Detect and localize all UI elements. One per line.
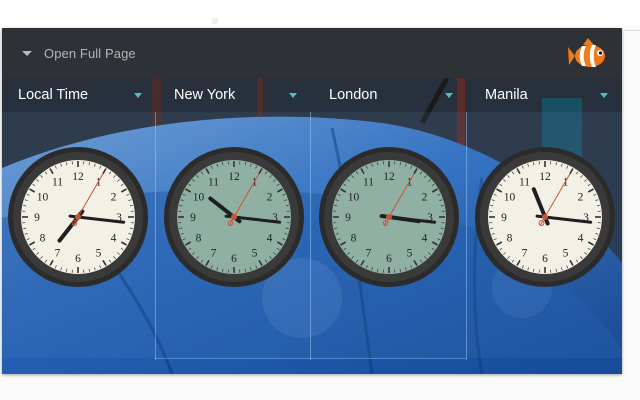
tab-local-time[interactable]: Local Time	[18, 78, 88, 112]
clock-numeral: 10	[504, 192, 516, 204]
clock-numeral: 5	[96, 248, 102, 260]
dropdown-arrow-icon[interactable]	[134, 93, 142, 98]
clock-numeral: 2	[422, 192, 428, 204]
clock-center-pin	[231, 214, 237, 220]
clock-numeral: 12	[539, 171, 551, 183]
tab-new-york[interactable]: New York	[174, 78, 235, 112]
clock-numeral: 2	[578, 192, 584, 204]
clock-numeral: 12	[383, 171, 395, 183]
clock-numeral: 7	[211, 248, 217, 260]
clock-manila: 121234567891011	[475, 147, 615, 287]
clock-numeral: 9	[345, 212, 351, 224]
clock-numeral: 9	[34, 212, 40, 224]
clock-london: 121234567891011	[319, 147, 459, 287]
dropdown-arrow-icon[interactable]	[289, 93, 297, 98]
clock-numeral: 4	[111, 233, 117, 245]
popup-header: Open Full Page	[2, 28, 622, 78]
tab-label: Manila	[485, 87, 528, 103]
clock-new-york: 121234567891011	[164, 147, 304, 287]
browser-page-top	[0, 0, 640, 28]
clock-numeral: 4	[578, 233, 584, 245]
clock-numeral: 7	[366, 248, 372, 260]
clock-numeral: 12	[228, 171, 240, 183]
timezone-tabs: Local Time New York London Manila	[2, 78, 622, 112]
clock-numeral: 11	[363, 176, 374, 188]
extension-popup: Open Full Page Local Time New York Londo…	[2, 28, 622, 374]
clock-numeral: 11	[52, 176, 63, 188]
column-bottom-rule	[155, 358, 466, 359]
open-full-page-label: Open Full Page	[44, 45, 136, 61]
clock-numeral: 10	[37, 192, 49, 204]
clock-numeral: 5	[407, 248, 413, 260]
clock-local-time: 121234567891011	[8, 147, 148, 287]
clock-numeral: 5	[563, 248, 569, 260]
clock-numeral: 8	[40, 233, 46, 245]
page-divider	[624, 30, 640, 31]
clock-numeral: 11	[519, 176, 530, 188]
open-full-page-button[interactable]: Open Full Page	[22, 46, 136, 61]
dropdown-arrow-icon[interactable]	[600, 93, 608, 98]
clock-numeral: 2	[267, 192, 273, 204]
clock-numeral: 8	[507, 233, 513, 245]
page-fragment	[212, 18, 218, 24]
clock-numeral: 11	[208, 176, 219, 188]
clock-numeral: 7	[55, 248, 61, 260]
clock-center-pin	[542, 214, 548, 220]
clock-numeral: 9	[190, 212, 196, 224]
clock-numeral: 6	[542, 253, 548, 265]
clock-center-pin	[386, 214, 392, 220]
clock-numeral: 9	[501, 212, 507, 224]
clock-numeral: 4	[267, 233, 273, 245]
clock-center-pin	[75, 214, 81, 220]
clock-numeral: 10	[193, 192, 205, 204]
tab-label: London	[329, 87, 378, 103]
clock-numeral: 6	[386, 253, 392, 265]
tab-label: Local Time	[18, 87, 89, 103]
column-divider	[310, 112, 311, 360]
dropdown-arrow-icon[interactable]	[445, 93, 453, 98]
clock-numeral: 8	[351, 233, 357, 245]
screenshot-stage: Open Full Page Local Time New York Londo…	[0, 0, 640, 400]
column-divider	[466, 112, 467, 360]
clock-numeral: 6	[231, 253, 237, 265]
clock-numeral: 7	[522, 248, 528, 260]
clock-numeral: 10	[348, 192, 360, 204]
clock-numeral: 12	[72, 171, 84, 183]
clock-numeral: 2	[111, 192, 117, 204]
clock-numeral: 4	[422, 233, 428, 245]
tab-label: New York	[174, 87, 236, 103]
clock-numeral: 5	[252, 248, 258, 260]
clownfish-logo-icon[interactable]	[568, 34, 610, 74]
caret-down-icon	[22, 50, 32, 56]
column-divider	[155, 112, 156, 360]
tab-london[interactable]: London	[329, 78, 377, 112]
clock-numeral: 6	[75, 253, 81, 265]
clock-numeral: 8	[196, 233, 202, 245]
tab-manila[interactable]: Manila	[485, 78, 528, 112]
